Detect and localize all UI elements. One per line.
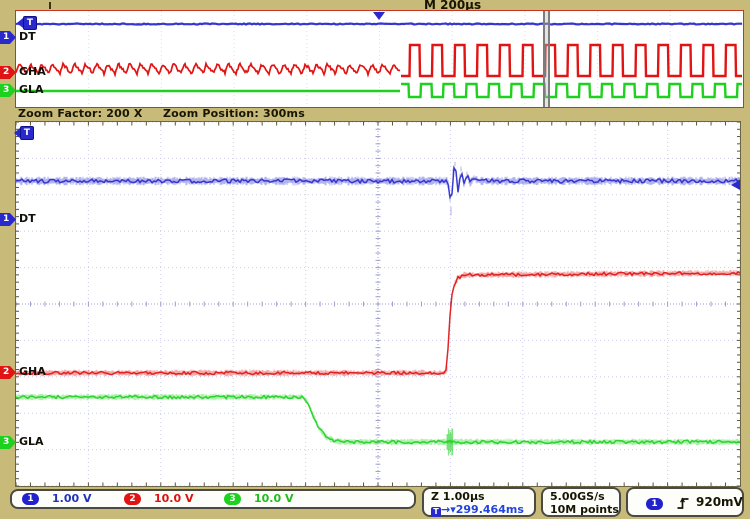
channel-1-badge-main[interactable]: 1 bbox=[0, 213, 16, 226]
acquisition-box[interactable]: 5.00GS/s 10M points bbox=[541, 487, 621, 517]
oscilloscope-screen: { "colors": { "background": "#c8ba79", "… bbox=[0, 0, 750, 519]
channel-1-label-overview: DT bbox=[19, 30, 36, 43]
arrow-right-icon: → bbox=[441, 503, 450, 516]
channel-2-badge-overview[interactable]: 2 bbox=[0, 66, 16, 79]
trigger-level-arrow-icon[interactable] bbox=[731, 180, 740, 190]
trigger-position-icon[interactable] bbox=[373, 12, 385, 20]
channel-3-badge-overview[interactable]: 3 bbox=[0, 84, 16, 97]
channel-1-scale: 1.00 V bbox=[52, 491, 91, 506]
main-graticule: T bbox=[15, 121, 741, 487]
channel-3-label-overview: GLA bbox=[19, 83, 44, 96]
zoom-delay-readout: T→▾299.464ms bbox=[431, 503, 534, 517]
zoom-scale-readout: Z 1.00µs bbox=[431, 490, 534, 503]
channel-1-badge-overview[interactable]: 1 bbox=[0, 31, 16, 44]
overview-waveform-plot bbox=[16, 11, 743, 107]
zoom-info-bar: Zoom Factor: 200 X Zoom Position: 300ms bbox=[15, 107, 744, 121]
zoom-position-label: Zoom Position: 300ms bbox=[163, 107, 305, 120]
main-trigger-marker[interactable]: T bbox=[14, 126, 34, 140]
channel-3-scale: 10.0 V bbox=[254, 491, 293, 506]
zoom-window-indicator[interactable] bbox=[543, 11, 550, 107]
zoom-delay-value: 299.464ms bbox=[456, 503, 524, 516]
trigger-box[interactable]: 1 920mV bbox=[626, 487, 744, 517]
rising-edge-slope-icon bbox=[676, 496, 690, 510]
channel-1-label-main: DT bbox=[19, 212, 36, 225]
trigger-t-icon: T bbox=[23, 16, 37, 30]
overview-trigger-marker[interactable]: T bbox=[17, 16, 37, 30]
channel-scales-box[interactable]: 1 1.00 V 2 10.0 V 3 10.0 V bbox=[10, 489, 416, 509]
channel-3-label-main: GLA bbox=[19, 435, 44, 448]
channel-3-badge-main[interactable]: 3 bbox=[0, 436, 16, 449]
main-waveform-plot bbox=[16, 122, 740, 486]
trigger-level-readout: 920mV bbox=[696, 495, 743, 510]
zoom-factor-label: Zoom Factor: 200 X bbox=[18, 107, 143, 120]
sample-rate-readout: 5.00GS/s bbox=[550, 490, 619, 503]
overview-window: T bbox=[15, 10, 744, 108]
trigger-source-pill: 1 bbox=[646, 498, 663, 510]
zoom-timebase-box[interactable]: Z 1.00µs T→▾299.464ms bbox=[422, 487, 536, 517]
channel-2-label-main: GHA bbox=[19, 365, 46, 378]
channel-1-pill[interactable]: 1 bbox=[22, 493, 39, 505]
channel-2-scale: 10.0 V bbox=[154, 491, 193, 506]
channel-2-pill[interactable]: 2 bbox=[124, 493, 141, 505]
channel-2-label-overview: GHA bbox=[19, 65, 46, 78]
record-view-tick bbox=[49, 2, 51, 9]
channel-2-badge-main[interactable]: 2 bbox=[0, 366, 16, 379]
trigger-t-icon: T bbox=[431, 507, 441, 517]
record-length-readout: 10M points bbox=[550, 503, 619, 516]
trigger-t-icon: T bbox=[20, 126, 34, 140]
channel-3-pill[interactable]: 3 bbox=[224, 493, 241, 505]
